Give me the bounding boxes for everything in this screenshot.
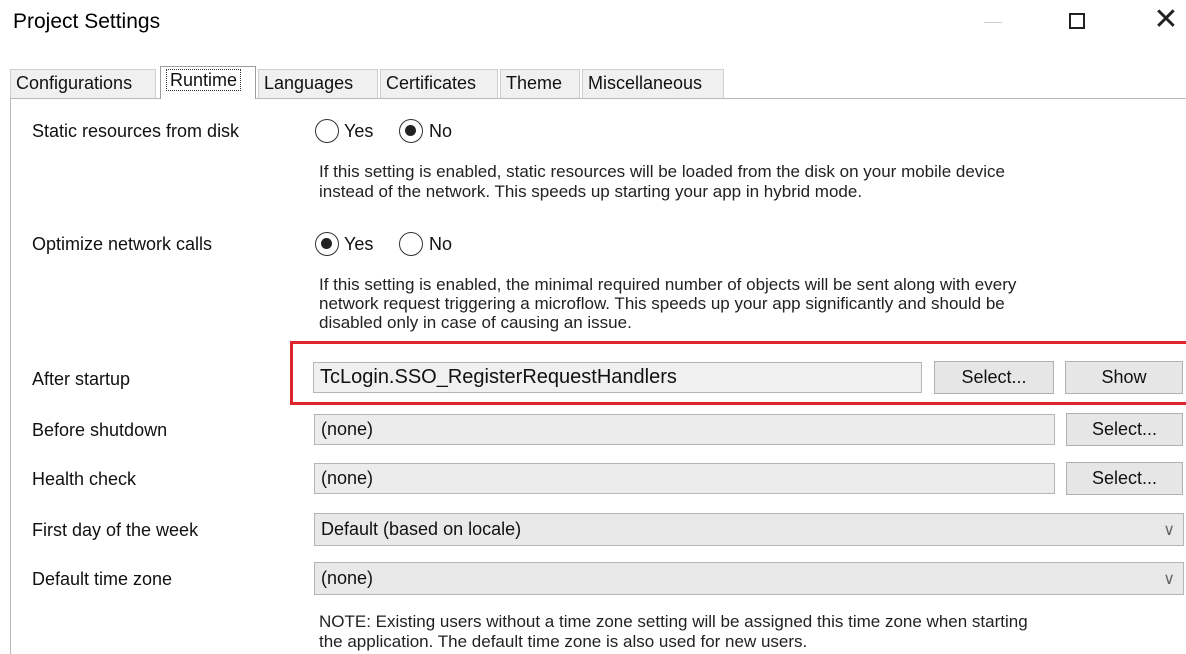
health-check-label: Health check (32, 469, 137, 489)
static-resources-no-label[interactable]: No (429, 121, 452, 142)
description-line: If this setting is enabled, the minimal … (319, 275, 1017, 294)
before-shutdown-select-button[interactable]: Select... (1066, 413, 1183, 446)
health-check-select-button[interactable]: Select... (1066, 462, 1183, 495)
tab-label: Theme (506, 73, 563, 93)
first-day-value: Default (based on locale) (321, 519, 522, 539)
tab-theme[interactable]: Theme (500, 69, 580, 98)
time-zone-value: (none) (321, 568, 374, 588)
before-shutdown-label: Before shutdown (32, 420, 168, 440)
description-line: instead of the network. This speeds up s… (319, 182, 863, 201)
health-check-field[interactable]: (none) (314, 463, 1055, 494)
first-day-label: First day of the week (32, 520, 199, 540)
static-resources-label: Static resources from disk (32, 121, 240, 141)
tab-miscellaneous[interactable]: Miscellaneous (582, 69, 724, 98)
tab-languages[interactable]: Languages (258, 69, 378, 98)
tab-configurations[interactable]: Configurations (10, 69, 156, 98)
time-zone-label: Default time zone (32, 569, 173, 589)
static-resources-description: If this setting is enabled, static resou… (319, 162, 1005, 202)
before-shutdown-field[interactable]: (none) (314, 414, 1055, 445)
optimize-network-yes-label[interactable]: Yes (344, 234, 373, 255)
minimize-button[interactable] (970, 2, 1016, 42)
highlight-box (290, 341, 1186, 405)
static-resources-no-radio[interactable] (399, 119, 423, 143)
tab-label: Runtime (166, 69, 242, 91)
optimize-network-description: If this setting is enabled, the minimal … (319, 275, 1016, 332)
optimize-network-no-radio[interactable] (399, 232, 423, 256)
window-title: Project Settings (13, 10, 161, 33)
tab-certificates[interactable]: Certificates (380, 69, 498, 98)
maximize-button[interactable] (1055, 2, 1101, 42)
optimize-network-label: Optimize network calls (32, 234, 213, 254)
chevron-down-icon: ∨ (1163, 569, 1175, 588)
description-line: If this setting is enabled, static resou… (319, 162, 1006, 181)
description-line: network request triggering a microflow. … (319, 294, 1005, 313)
title-bar: Project Settings ✕ (0, 0, 1186, 44)
time-zone-note: NOTE: Existing users without a time zone… (319, 612, 1028, 652)
description-line: disabled only in case of causing an issu… (319, 313, 632, 332)
radio-selected-dot (321, 238, 332, 249)
close-button[interactable]: ✕ (1143, 2, 1186, 42)
optimize-network-no-label[interactable]: No (429, 234, 452, 255)
static-resources-yes-radio[interactable] (315, 119, 339, 143)
chevron-down-icon: ∨ (1163, 520, 1175, 539)
time-zone-select[interactable]: (none) ∨ (314, 562, 1184, 595)
tab-bar: Configurations Runtime Languages Certifi… (10, 66, 1186, 99)
radio-selected-dot (405, 125, 416, 136)
tab-runtime[interactable]: Runtime (160, 66, 256, 99)
minimize-icon (984, 22, 1002, 23)
first-day-select[interactable]: Default (based on locale) ∨ (314, 513, 1184, 546)
optimize-network-yes-radio[interactable] (315, 232, 339, 256)
maximize-icon (1069, 13, 1085, 29)
tab-label: Miscellaneous (588, 73, 703, 93)
static-resources-yes-label[interactable]: Yes (344, 121, 373, 142)
note-line: the application. The default time zone i… (319, 632, 808, 651)
note-line: NOTE: Existing users without a time zone… (319, 612, 1028, 631)
tab-label: Certificates (386, 73, 477, 93)
close-icon: ✕ (1153, 2, 1179, 37)
tab-label: Configurations (16, 73, 133, 93)
panel-border (10, 99, 11, 654)
after-startup-label: After startup (32, 369, 131, 389)
tab-label: Languages (264, 73, 354, 93)
